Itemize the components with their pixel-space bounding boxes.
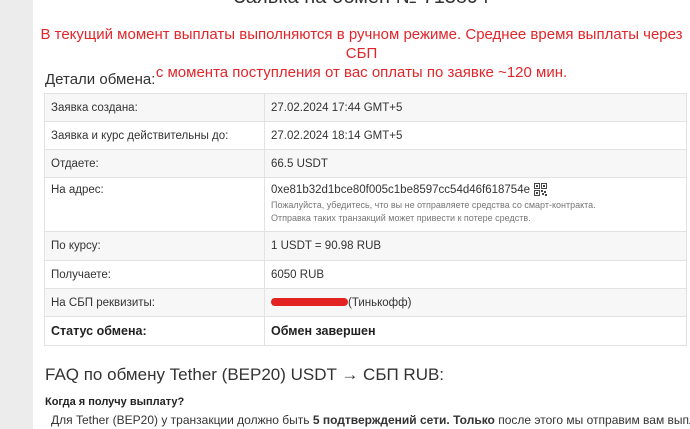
- status-row: Статус обмена: Обмен завершен: [44, 316, 687, 346]
- table-row: На СБП реквизиты: (Тинькофф): [44, 288, 687, 317]
- faq-answer: Для Tether (BEP20) у транзакции должно б…: [51, 413, 690, 427]
- row-value: 27.02.2024 17:44 GMT+5: [264, 93, 687, 122]
- row-value: 27.02.2024 18:14 GMT+5: [264, 121, 687, 150]
- row-label: Отдаете:: [44, 149, 265, 178]
- details-table: Заявка создана: 27.02.2024 17:44 GMT+5 З…: [44, 93, 687, 346]
- status-value: Обмен завершен: [264, 316, 687, 346]
- table-row: Отдаете: 66.5 USDT: [44, 149, 687, 178]
- row-label: На СБП реквизиты:: [44, 288, 265, 317]
- faq-question: Когда я получу выплату?: [45, 396, 185, 408]
- row-value: 66.5 USDT: [264, 149, 687, 178]
- faq-answer-text: после этого мы отправим вам выплату: [498, 413, 690, 427]
- bank-name: (Тинькофф): [348, 296, 412, 309]
- row-label: По курсу:: [44, 231, 265, 261]
- qr-code-icon[interactable]: [534, 183, 547, 196]
- row-value: 1 USDT = 90.98 RUB: [264, 231, 687, 261]
- table-row: Получаете: 6050 RUB: [44, 260, 687, 289]
- notice-line-1: В текущий момент выплаты выполняются в р…: [40, 26, 683, 62]
- details-title: Детали обмена:: [45, 71, 156, 88]
- table-row: По курсу: 1 USDT = 90.98 RUB: [44, 231, 687, 261]
- table-row-address: На адрес: 0xe81b32d1bce80f005c1be8597cc5…: [44, 177, 687, 232]
- faq-answer-emphasis: 5 подтверждений сети.: [312, 413, 450, 427]
- faq-title: FAQ по обмену Tether (BEP20) USDT → СБП …: [45, 365, 445, 384]
- row-label: Заявка создана:: [44, 93, 265, 122]
- row-label: Заявка и курс действительны до:: [44, 121, 265, 150]
- table-row: Заявка создана: 27.02.2024 17:44 GMT+5: [44, 93, 687, 122]
- exchange-card: Заявка на обмен № 713894 В текущий момен…: [33, 0, 690, 429]
- sbp-details-cell: (Тинькофф): [264, 288, 687, 317]
- row-label: На адрес:: [44, 177, 265, 232]
- wallet-address[interactable]: 0xe81b32d1bce80f005c1be8597cc54d46f61875…: [271, 184, 530, 196]
- page-title: Заявка на обмен № 713894: [33, 0, 690, 9]
- redaction-mark: [271, 298, 348, 307]
- row-value: 6050 RUB: [264, 260, 687, 289]
- row-label: Получаете:: [44, 260, 265, 289]
- faq-answer-emphasis: Только: [449, 413, 495, 427]
- address-warning: Отправка таких транзакций может привести…: [271, 213, 531, 223]
- address-cell: 0xe81b32d1bce80f005c1be8597cc54d46f61875…: [264, 177, 687, 232]
- table-row: Заявка и курс действительны до: 27.02.20…: [44, 121, 687, 150]
- faq-answer-text: Для Tether (BEP20) у транзакции должно б…: [51, 413, 313, 427]
- address-warning: Пожалуйста, убедитесь, что вы не отправл…: [271, 200, 596, 210]
- status-label: Статус обмена:: [44, 316, 265, 346]
